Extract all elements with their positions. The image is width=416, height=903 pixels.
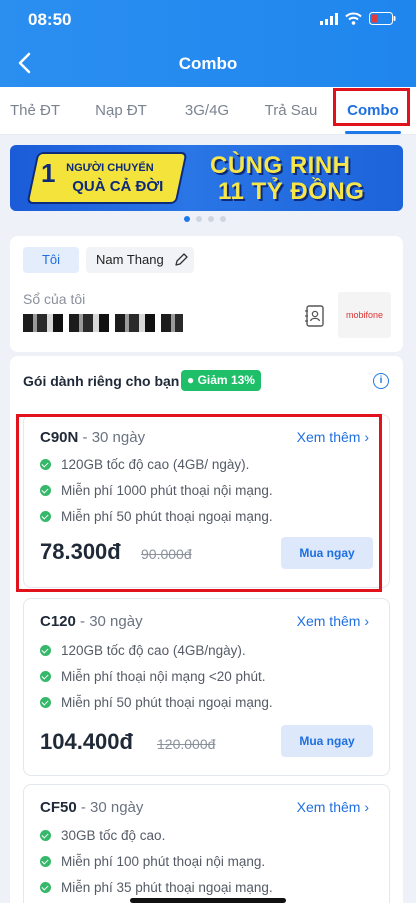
carousel-dot[interactable]	[196, 216, 202, 222]
account-card: Tôi Nam Thang Sổ của tôi mobifone	[10, 236, 403, 352]
feature-text: 30GB tốc độ cao.	[61, 828, 166, 843]
banner-headline: CÙNG RINH 11 TỶ ĐỒNG	[210, 153, 364, 205]
chip-me[interactable]: Tôi	[23, 247, 79, 273]
wifi-icon	[345, 12, 362, 25]
highlight-box-tab	[333, 88, 410, 126]
package-old-price: 120.000đ	[157, 736, 216, 752]
see-more-label: Xem thêm	[296, 799, 361, 815]
carousel-dot[interactable]	[220, 216, 226, 222]
discount-badge: ● Giảm 13%	[181, 370, 261, 391]
app-header: 08:50 Combo	[0, 0, 416, 87]
status-icons	[320, 12, 396, 25]
discount-text: Giảm 13%	[197, 373, 255, 387]
carousel-dots	[184, 216, 226, 222]
edit-contacts-button[interactable]	[168, 247, 194, 273]
package-duration: - 30 ngày	[76, 799, 144, 816]
see-more-link[interactable]: Xem thêm ›	[297, 799, 369, 815]
mobifone-logo: mobifone	[338, 292, 391, 338]
feature-text: Miễn phí thoại nội mạng <20 phút.	[61, 669, 266, 684]
feature-text: Miễn phí 35 phút thoại ngoại mạng.	[61, 880, 273, 895]
banner-headline-1: CÙNG RINH	[210, 152, 351, 179]
chevron-right-icon: ›	[364, 613, 369, 629]
tab-nap-dt[interactable]: Nạp ĐT	[84, 87, 158, 135]
feature-item: 120GB tốc độ cao (4GB/ngày).	[40, 643, 246, 658]
feature-item: 30GB tốc độ cao.	[40, 828, 165, 843]
package-card[interactable]: CF50 - 30 ngày Xem thêm › 30GB tốc độ ca…	[23, 784, 390, 903]
package-title: C120 - 30 ngày	[40, 613, 143, 630]
info-icon[interactable]: i	[373, 373, 389, 389]
chip-contact[interactable]: Nam Thang	[86, 247, 174, 273]
feature-text: 120GB tốc độ cao (4GB/ngày).	[61, 643, 246, 658]
check-circle-icon	[40, 697, 51, 708]
see-more-link[interactable]: Xem thêm ›	[297, 613, 369, 629]
pencil-icon	[175, 253, 188, 266]
banner-headline-2: 11 TỶ ĐỒNG	[218, 178, 365, 205]
home-indicator[interactable]	[130, 898, 286, 903]
package-name: CF50	[40, 799, 77, 816]
package-name: C120	[40, 613, 76, 630]
tab-tra-sau[interactable]: Trả Sau	[256, 87, 326, 135]
tab-the-dt[interactable]: Thẻ ĐT	[0, 87, 70, 135]
carousel-dot[interactable]	[208, 216, 214, 222]
highlight-box-package	[16, 414, 382, 592]
check-circle-icon	[40, 645, 51, 656]
battery-icon	[369, 12, 396, 25]
banner-text-1: NGƯỜI CHUYỂN	[66, 162, 154, 174]
banner-number: 1	[40, 158, 56, 188]
chevron-right-icon: ›	[364, 799, 369, 815]
feature-text: Miễn phí 50 phút thoại ngoại mạng.	[61, 695, 273, 710]
phone-book-label: Sổ của tôi	[23, 291, 86, 307]
check-circle-icon	[40, 671, 51, 682]
feature-item: Miễn phí 100 phút thoại nội mạng.	[40, 854, 265, 869]
tab-3g4g[interactable]: 3G/4G	[172, 87, 242, 135]
promo-banner[interactable]: 1 NGƯỜI CHUYỂN QUÀ CẢ ĐỜI CÙNG RINH 11 T…	[10, 145, 403, 211]
check-circle-icon	[40, 856, 51, 867]
active-tab-indicator	[345, 131, 401, 134]
feature-text: Miễn phí 100 phút thoại nội mạng.	[61, 854, 266, 869]
banner-badge: 1 NGƯỜI CHUYỂN QUÀ CẢ ĐỜI	[26, 152, 188, 204]
page-title: Combo	[178, 54, 238, 73]
package-duration: - 30 ngày	[75, 613, 143, 630]
package-price: 104.400đ	[40, 729, 133, 754]
status-bar: 08:50	[0, 0, 416, 40]
feature-item: Miễn phí thoại nội mạng <20 phút.	[40, 669, 266, 684]
check-circle-icon	[40, 830, 51, 841]
package-card[interactable]: C120 - 30 ngày Xem thêm › 120GB tốc độ c…	[23, 598, 390, 776]
see-more-label: Xem thêm	[296, 613, 361, 629]
buy-now-button[interactable]: Mua ngay	[281, 725, 373, 757]
check-circle-icon	[40, 882, 51, 893]
section-title: Gói dành riêng cho bạn	[23, 373, 180, 389]
status-time: 08:50	[28, 10, 72, 29]
package-title: CF50 - 30 ngày	[40, 799, 143, 816]
feature-item: Miễn phí 35 phút thoại ngoại mạng.	[40, 880, 273, 895]
masked-phone-number	[23, 314, 183, 332]
signal-icon	[320, 12, 338, 25]
contact-book-icon[interactable]	[304, 304, 326, 328]
carousel-dot-active[interactable]	[184, 216, 190, 222]
feature-item: Miễn phí 50 phút thoại ngoại mạng.	[40, 695, 273, 710]
banner-text-2: QUÀ CẢ ĐỜI	[72, 178, 164, 195]
